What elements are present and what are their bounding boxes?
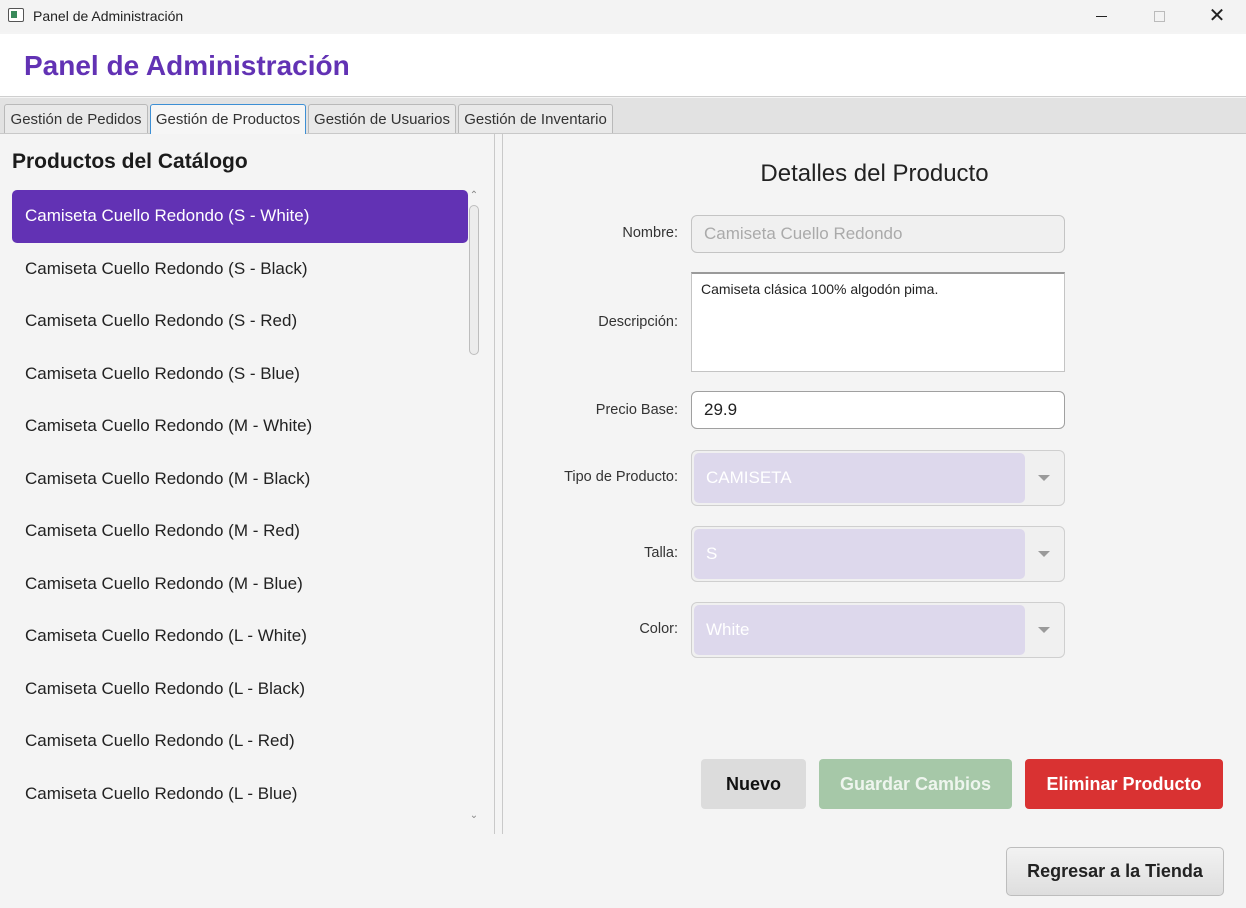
list-item[interactable]: Camiseta Cuello Redondo (L - White) xyxy=(12,610,468,663)
back-to-store-button[interactable]: Regresar a la Tienda xyxy=(1006,847,1224,896)
type-value: CAMISETA xyxy=(694,453,1025,503)
size-label: Talla: xyxy=(644,545,678,561)
chevron-down-icon xyxy=(1038,627,1050,633)
list-item[interactable]: Camiseta Cuello Redondo (S - White) xyxy=(12,190,468,243)
description-textarea[interactable]: Camiseta clásica 100% algodón pima. xyxy=(691,272,1065,372)
scroll-thumb[interactable] xyxy=(469,205,479,355)
list-item[interactable]: Camiseta Cuello Redondo (M - Red) xyxy=(12,505,468,558)
window-title: Panel de Administración xyxy=(33,8,184,24)
details-panel: Detalles del Producto Nombre: Camiseta C… xyxy=(503,134,1246,834)
tab-productos[interactable]: Gestión de Productos xyxy=(150,104,306,134)
list-item[interactable]: Camiseta Cuello Redondo (L - Blue) xyxy=(12,768,468,821)
tab-inventario[interactable]: Gestión de Inventario xyxy=(458,104,613,133)
color-value: White xyxy=(694,605,1025,655)
save-changes-button[interactable]: Guardar Cambios xyxy=(819,759,1012,809)
catalog-title: Productos del Catálogo xyxy=(12,150,248,173)
list-item[interactable]: Camiseta Cuello Redondo (S - Blue) xyxy=(12,348,468,401)
product-list[interactable]: Camiseta Cuello Redondo (S - White) Camis… xyxy=(12,190,468,822)
app-icon xyxy=(8,8,24,22)
page-header: Panel de Administración xyxy=(0,34,1246,97)
name-label: Nombre: xyxy=(622,225,678,241)
tab-usuarios[interactable]: Gestión de Usuarios xyxy=(308,104,456,133)
name-field: Camiseta Cuello Redondo xyxy=(691,215,1065,253)
color-combobox[interactable]: White xyxy=(691,602,1065,658)
type-combobox[interactable]: CAMISETA xyxy=(691,450,1065,506)
list-item[interactable]: Camiseta Cuello Redondo (L - Red) xyxy=(12,715,468,768)
chevron-down-icon xyxy=(1038,475,1050,481)
catalog-panel: Productos del Catálogo Camiseta Cuello R… xyxy=(0,134,494,834)
tab-pedidos[interactable]: Gestión de Pedidos xyxy=(4,104,148,133)
size-value: S xyxy=(694,529,1025,579)
maximize-button[interactable] xyxy=(1130,0,1188,32)
type-label: Tipo de Producto: xyxy=(564,469,678,485)
price-input[interactable]: 29.9 xyxy=(691,391,1065,429)
tab-bar: Gestión de Pedidos Gestión de Productos … xyxy=(0,98,1246,134)
description-label: Descripción: xyxy=(598,314,678,330)
minimize-icon xyxy=(1095,15,1107,17)
minimize-button[interactable] xyxy=(1072,0,1130,32)
color-label: Color: xyxy=(639,621,678,637)
list-item[interactable]: Camiseta Cuello Redondo (M - Blue) xyxy=(12,558,468,611)
list-item[interactable]: Camiseta Cuello Redondo (S - Black) xyxy=(12,243,468,296)
split-divider[interactable] xyxy=(494,134,503,834)
list-item[interactable]: Camiseta Cuello Redondo (L - Black) xyxy=(12,663,468,716)
delete-product-button[interactable]: Eliminar Producto xyxy=(1025,759,1223,809)
scroll-down-icon[interactable]: ⌄ xyxy=(469,811,479,821)
details-title: Detalles del Producto xyxy=(760,160,989,187)
window-titlebar: Panel de Administración ✕ xyxy=(0,0,1246,32)
scroll-up-icon[interactable]: ⌃ xyxy=(469,191,479,201)
list-item[interactable]: Camiseta Cuello Redondo (M - Black) xyxy=(12,453,468,506)
chevron-down-icon xyxy=(1038,551,1050,557)
list-item[interactable]: Camiseta Cuello Redondo (M - White) xyxy=(12,400,468,453)
list-item[interactable]: Camiseta Cuello Redondo (S - Red) xyxy=(12,295,468,348)
close-button[interactable]: ✕ xyxy=(1188,0,1246,32)
maximize-icon xyxy=(1153,10,1165,22)
close-icon: ✕ xyxy=(1208,5,1226,27)
new-button[interactable]: Nuevo xyxy=(701,759,806,809)
size-combobox[interactable]: S xyxy=(691,526,1065,582)
page-title: Panel de Administración xyxy=(24,50,350,81)
list-scrollbar[interactable]: ⌃ ⌄ xyxy=(466,190,482,822)
price-label: Precio Base: xyxy=(595,402,678,418)
